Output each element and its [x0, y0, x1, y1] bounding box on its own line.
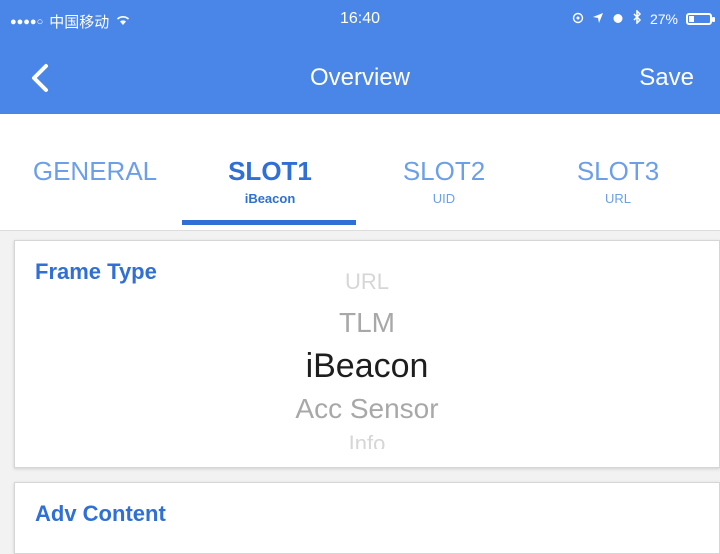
tab-label: SLOT1 — [228, 156, 312, 186]
active-tab-indicator — [182, 220, 356, 225]
adv-content-card: Adv Content — [14, 482, 720, 554]
tab-general[interactable]: GENERAL — [22, 156, 168, 187]
battery-icon — [686, 12, 715, 25]
adv-content-title: Adv Content — [35, 501, 166, 526]
page-title: Overview — [309, 64, 411, 91]
status-right: 27% — [572, 9, 715, 27]
tab-label: GENERAL — [32, 156, 158, 186]
tab-sublabel: UID — [432, 191, 456, 206]
tab-bar: GENERAL SLOT1 iBeacon SLOT2 UID SLOT3 UR… — [0, 114, 720, 231]
tab-sublabel: iBeacon — [244, 191, 296, 206]
nav-bar: Overview Save — [0, 40, 720, 114]
battery-percent: 27% — [649, 10, 678, 27]
navigation-arrow-icon — [592, 11, 604, 27]
tab-label: SLOT2 — [402, 156, 486, 186]
tab-slot2[interactable]: SLOT2 UID — [366, 156, 522, 206]
picker-option[interactable]: TLM — [15, 307, 719, 339]
tab-label: SLOT3 — [576, 156, 660, 186]
picker-option[interactable]: URL — [15, 269, 719, 289]
frame-type-card: Frame Type URL TLM iBeacon Acc Sensor In… — [14, 240, 720, 468]
alarm-icon — [612, 11, 624, 27]
bluetooth-icon — [632, 9, 642, 27]
tab-sublabel: URL — [604, 191, 631, 206]
frame-type-picker[interactable]: URL TLM iBeacon Acc Sensor Info — [15, 269, 719, 449]
status-bar: ●●●●○ 中国移动 16:40 27% — [0, 0, 720, 40]
picker-option[interactable]: Acc Sensor — [15, 393, 719, 425]
save-button[interactable]: Save — [639, 64, 694, 92]
picker-option-selected[interactable]: iBeacon — [15, 347, 719, 386]
location-icon — [572, 11, 584, 27]
battery-fill — [689, 15, 694, 22]
tab-slot1[interactable]: SLOT1 iBeacon — [192, 156, 348, 206]
picker-option[interactable]: Info — [15, 431, 719, 449]
tab-slot3[interactable]: SLOT3 URL — [540, 156, 696, 206]
